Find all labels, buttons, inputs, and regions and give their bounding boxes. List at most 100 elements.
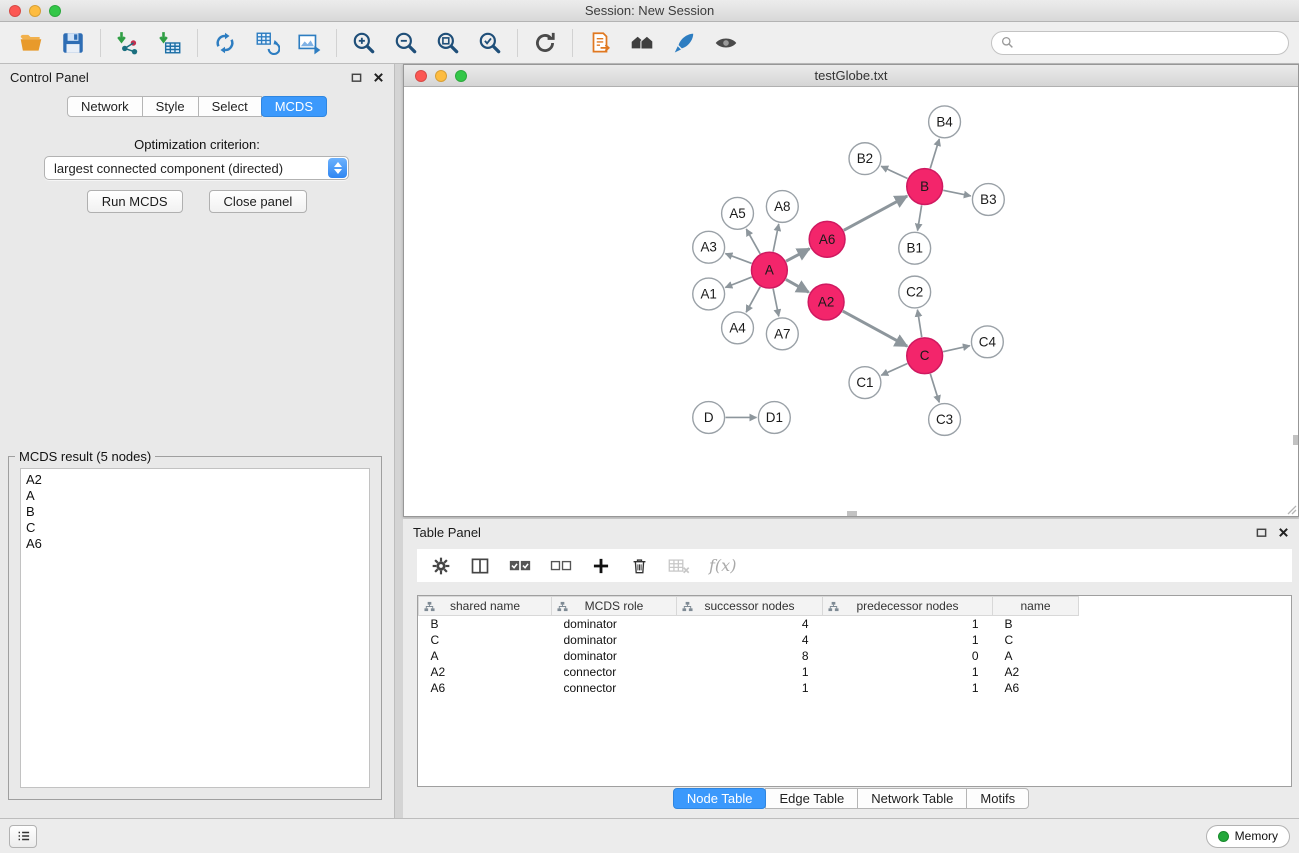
horizontal-scroll-tick[interactable] bbox=[847, 511, 857, 516]
tab-style[interactable]: Style bbox=[142, 96, 199, 117]
run-mcds-button[interactable]: Run MCDS bbox=[87, 190, 183, 213]
graph-node-B1[interactable]: B1 bbox=[899, 232, 931, 264]
float-panel-icon[interactable] bbox=[1256, 527, 1267, 538]
home-button[interactable] bbox=[621, 26, 663, 60]
clone-network-button[interactable] bbox=[204, 26, 246, 60]
table-row[interactable]: Bdominator41B bbox=[419, 616, 1292, 632]
zoom-in-button[interactable] bbox=[343, 26, 385, 60]
graph-edge-A6-B[interactable] bbox=[844, 196, 907, 230]
network-close-button[interactable] bbox=[415, 70, 427, 82]
show-hide-button[interactable] bbox=[705, 26, 747, 60]
graph-node-C[interactable]: C bbox=[907, 338, 943, 374]
column-header-shared-name[interactable]: shared name bbox=[419, 597, 552, 616]
graph-edge-C-C3[interactable] bbox=[930, 374, 939, 403]
close-panel-button[interactable]: Close panel bbox=[209, 190, 308, 213]
graph-edge-A-A2[interactable] bbox=[786, 279, 809, 292]
graph-edge-C-C2[interactable] bbox=[917, 310, 921, 337]
close-panel-icon[interactable] bbox=[373, 72, 384, 83]
export-image-button[interactable] bbox=[288, 26, 330, 60]
criterion-dropdown[interactable]: largest connected component (directed) bbox=[44, 156, 349, 180]
tab-network-table[interactable]: Network Table bbox=[857, 788, 967, 809]
style-button[interactable] bbox=[663, 26, 705, 60]
graph-node-A5[interactable]: A5 bbox=[722, 197, 754, 229]
mcds-result-item[interactable]: A6 bbox=[26, 536, 364, 552]
graph-node-A6[interactable]: A6 bbox=[809, 221, 845, 257]
graph-edge-A-A6[interactable] bbox=[786, 249, 809, 262]
memory-button[interactable]: Memory bbox=[1206, 825, 1290, 848]
tab-motifs[interactable]: Motifs bbox=[966, 788, 1029, 809]
graph-node-D[interactable]: D bbox=[693, 402, 725, 434]
graph-edge-B-B3[interactable] bbox=[943, 190, 971, 196]
graph-node-A1[interactable]: A1 bbox=[693, 278, 725, 310]
mcds-result-item[interactable]: B bbox=[26, 504, 364, 520]
graph-node-A4[interactable]: A4 bbox=[722, 312, 754, 344]
graph-node-C1[interactable]: C1 bbox=[849, 367, 881, 399]
graph-node-B4[interactable]: B4 bbox=[929, 106, 961, 138]
graph-node-A7[interactable]: A7 bbox=[766, 318, 798, 350]
column-header-mcds-role[interactable]: MCDS role bbox=[552, 597, 677, 616]
show-panels-button[interactable] bbox=[9, 825, 37, 848]
zoom-window-button[interactable] bbox=[49, 5, 61, 17]
save-session-button[interactable] bbox=[52, 26, 94, 60]
graph-node-C2[interactable]: C2 bbox=[899, 276, 931, 308]
add-icon[interactable] bbox=[591, 556, 611, 576]
mcds-result-item[interactable]: A bbox=[26, 488, 364, 504]
tab-network[interactable]: Network bbox=[67, 96, 143, 117]
minimize-window-button[interactable] bbox=[29, 5, 41, 17]
vertical-scroll-tick[interactable] bbox=[1293, 435, 1298, 445]
float-panel-icon[interactable] bbox=[351, 72, 362, 83]
network-minimize-button[interactable] bbox=[435, 70, 447, 82]
network-zoom-button[interactable] bbox=[455, 70, 467, 82]
table-row[interactable]: Cdominator41C bbox=[419, 632, 1292, 648]
report-button[interactable] bbox=[579, 26, 621, 60]
graph-edge-A-A3[interactable] bbox=[725, 254, 751, 264]
graph-node-B2[interactable]: B2 bbox=[849, 143, 881, 175]
column-header-successor-nodes[interactable]: successor nodes bbox=[677, 597, 823, 616]
graph-edge-A-A1[interactable] bbox=[725, 277, 751, 287]
graph-edge-A-A4[interactable] bbox=[746, 287, 760, 312]
network-canvas[interactable]: B4B2BB3A5A8A6A3B1AC2A1A2A4A7C4CC1DD1C3 bbox=[404, 88, 1298, 516]
graph-node-A8[interactable]: A8 bbox=[766, 191, 798, 223]
graph-node-A2[interactable]: A2 bbox=[808, 284, 844, 320]
zoom-out-button[interactable] bbox=[385, 26, 427, 60]
graph-edge-B-B1[interactable] bbox=[918, 205, 922, 230]
graph-node-B3[interactable]: B3 bbox=[972, 184, 1004, 216]
zoom-fit-button[interactable] bbox=[427, 26, 469, 60]
mcds-result-item[interactable]: A2 bbox=[26, 472, 364, 488]
table-row[interactable]: A2connector11A2 bbox=[419, 664, 1292, 680]
function-builder-icon[interactable]: f(x) bbox=[709, 556, 736, 575]
table-settings-gear-icon[interactable] bbox=[431, 556, 451, 576]
graph-edge-C-C1[interactable] bbox=[881, 364, 907, 376]
graph-node-C4[interactable]: C4 bbox=[971, 326, 1003, 358]
tab-edge-table[interactable]: Edge Table bbox=[765, 788, 858, 809]
graph-edge-A2-C[interactable] bbox=[843, 311, 907, 346]
graph-node-A[interactable]: A bbox=[751, 252, 787, 288]
refresh-view-button[interactable] bbox=[524, 26, 566, 60]
mcds-result-list[interactable]: A2ABCA6 bbox=[20, 468, 370, 788]
show-columns-icon[interactable] bbox=[470, 556, 490, 576]
zoom-selected-button[interactable] bbox=[469, 26, 511, 60]
graph-edge-A-A7[interactable] bbox=[773, 289, 779, 317]
graph-node-A3[interactable]: A3 bbox=[693, 231, 725, 263]
graph-edge-B-B2[interactable] bbox=[881, 166, 907, 178]
graph-node-B[interactable]: B bbox=[907, 169, 943, 205]
toolbar-search[interactable] bbox=[991, 31, 1289, 55]
graph-edge-B-B4[interactable] bbox=[930, 139, 939, 168]
import-table-button[interactable] bbox=[149, 26, 191, 60]
mcds-result-item[interactable]: C bbox=[26, 520, 364, 536]
tab-select[interactable]: Select bbox=[198, 96, 262, 117]
search-input[interactable] bbox=[1019, 36, 1279, 50]
close-window-button[interactable] bbox=[9, 5, 21, 17]
clone-table-button[interactable] bbox=[246, 26, 288, 60]
delete-columns-icon[interactable] bbox=[668, 557, 690, 575]
deselect-all-icon[interactable] bbox=[550, 558, 572, 574]
select-all-icon[interactable] bbox=[509, 558, 531, 574]
tab-node-table[interactable]: Node Table bbox=[673, 788, 767, 809]
graph-edge-A-A8[interactable] bbox=[773, 224, 779, 252]
open-session-button[interactable] bbox=[10, 26, 52, 60]
resize-grip-icon[interactable] bbox=[1285, 503, 1297, 515]
graph-edge-C-C4[interactable] bbox=[943, 346, 970, 352]
table-row[interactable]: A6connector11A6 bbox=[419, 680, 1292, 696]
network-graph[interactable]: B4B2BB3A5A8A6A3B1AC2A1A2A4A7C4CC1DD1C3 bbox=[404, 88, 1298, 516]
close-panel-icon[interactable] bbox=[1278, 527, 1289, 538]
